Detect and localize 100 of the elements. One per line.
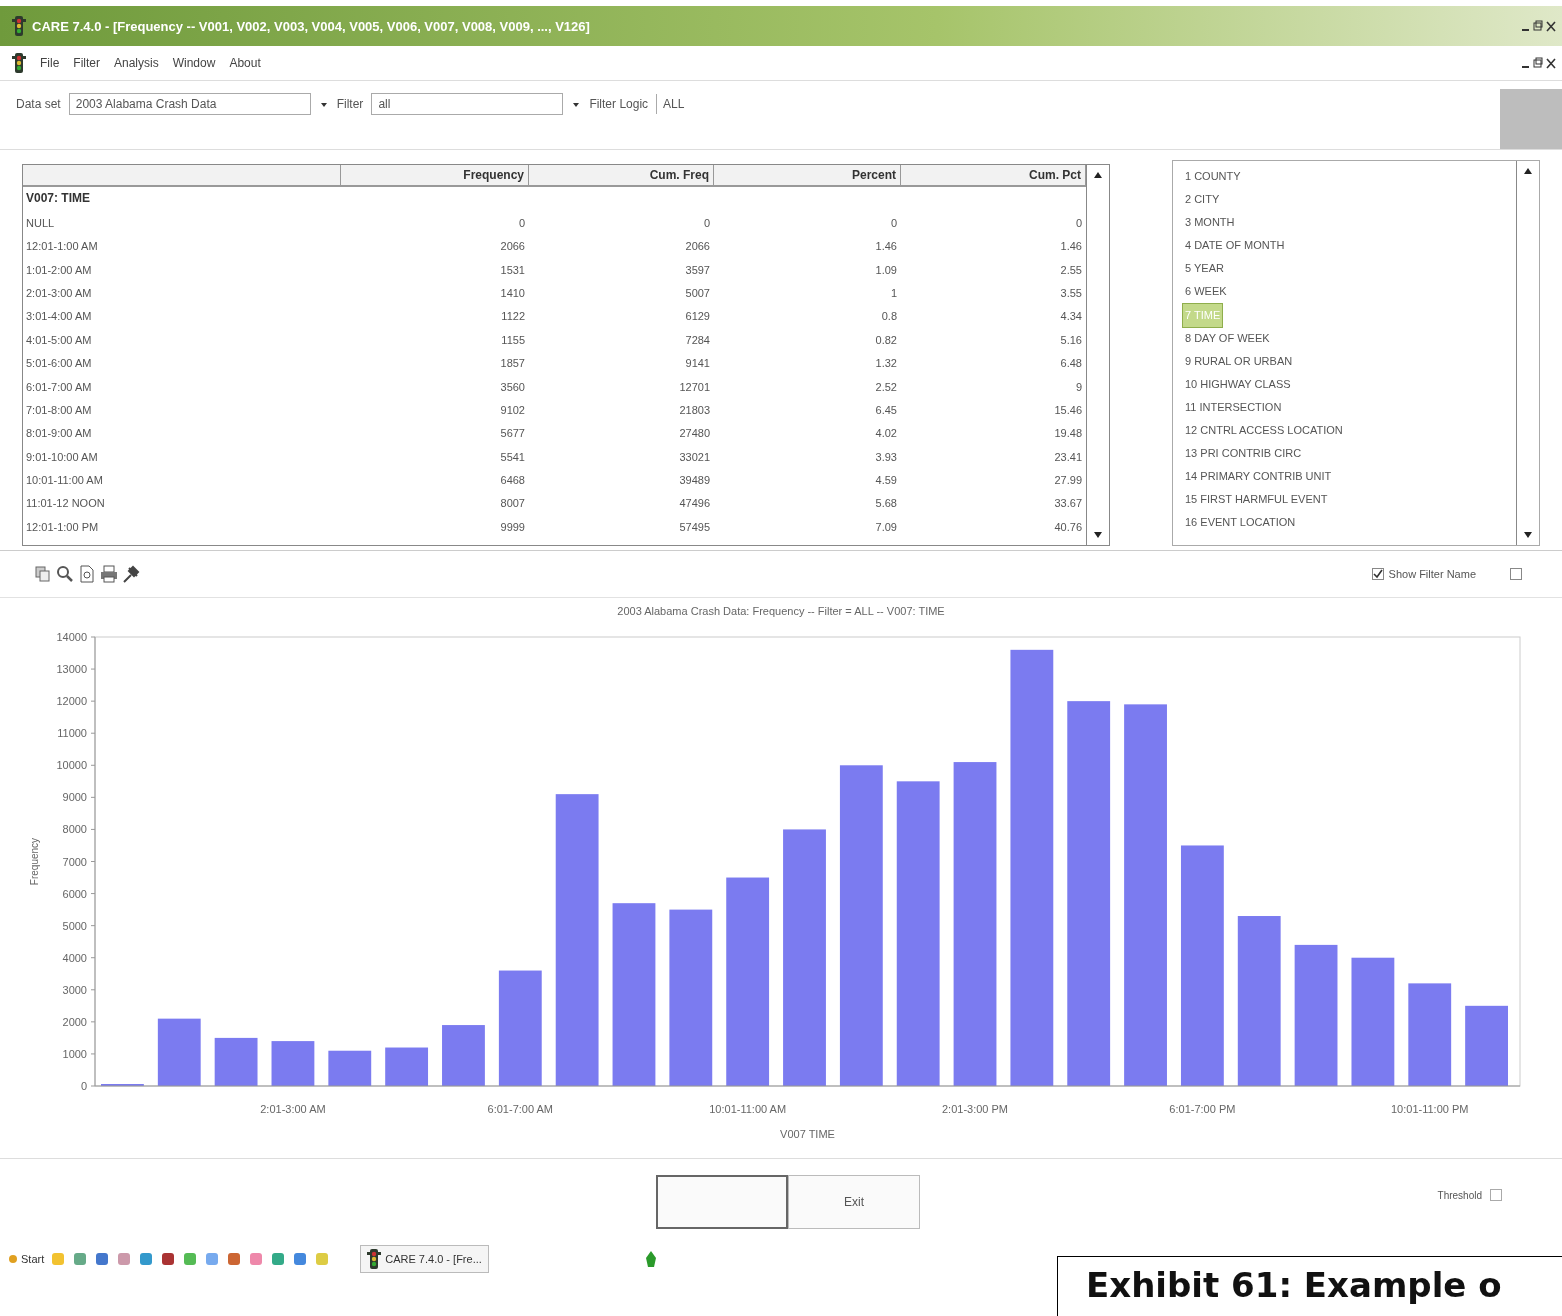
table-cell-text: 7:01-8:00 AM bbox=[25, 402, 93, 418]
table-cell-text: 3.55 bbox=[1059, 285, 1083, 301]
label: Data set bbox=[16, 97, 61, 111]
table-cell-text: 0 bbox=[517, 215, 526, 231]
axis-tick-label: 9000 bbox=[62, 791, 87, 804]
table-cell-text: 5.16 bbox=[1059, 332, 1083, 348]
axis-title: V007 TIME bbox=[780, 1128, 835, 1140]
axis-tick-label: 11000 bbox=[57, 727, 87, 740]
table-cell-text: 2.52 bbox=[874, 379, 898, 395]
table-cell-text: 21803 bbox=[678, 402, 711, 418]
table-cell-text: 1.09 bbox=[874, 262, 898, 278]
table-cell-text: 9999 bbox=[499, 519, 526, 535]
axis-tick-label: 10:01-11:00 AM bbox=[709, 1103, 787, 1115]
axis-tick-label: 6000 bbox=[62, 887, 87, 900]
table-cell-text: 6129 bbox=[684, 309, 711, 325]
table-cell-text: 1410 bbox=[499, 285, 526, 301]
axis-tick-label: 1000 bbox=[62, 1047, 87, 1060]
column-header: Frequency bbox=[341, 165, 529, 187]
checkbox-label: Show Filter Name bbox=[1388, 568, 1476, 580]
axis-tick-label: 6:01-7:00 PM bbox=[1169, 1103, 1236, 1115]
table-cell-text: 1:01-2:00 AM bbox=[25, 262, 93, 278]
caption: Exhibit 61: Example o bbox=[1085, 1264, 1503, 1305]
table-cell-text: 7.09 bbox=[874, 519, 898, 535]
axis-tick-label: 6:01-7:00 AM bbox=[487, 1103, 553, 1115]
table-cell-text: 7284 bbox=[684, 332, 711, 348]
axis-tick-label: 5000 bbox=[62, 919, 87, 932]
table-cell-text: 40.76 bbox=[1053, 519, 1083, 535]
axis-tick-label: 3000 bbox=[62, 983, 87, 996]
table-cell-text: 1857 bbox=[499, 356, 526, 372]
table-cell-text: 3597 bbox=[684, 262, 711, 278]
table-cell-text: 1155 bbox=[500, 332, 526, 348]
axis-tick-label: 10:01-11:00 PM bbox=[1391, 1103, 1469, 1115]
table-cell-text: 47496 bbox=[678, 496, 711, 512]
table-cell-text: 4.59 bbox=[874, 473, 898, 489]
table-cell-text: 3:01-4:00 AM bbox=[25, 309, 93, 325]
axis-tick-label: 2:01-3:00 AM bbox=[260, 1103, 326, 1115]
table-cell-text: 15.46 bbox=[1053, 402, 1083, 418]
table-cell-text: 0.8 bbox=[880, 309, 898, 325]
axis-tick-label: 13000 bbox=[56, 663, 87, 676]
table-cell-text: 2066 bbox=[499, 239, 526, 255]
axis-tick-label: 4000 bbox=[62, 951, 87, 964]
table-cell-text: 9:01-10:00 AM bbox=[25, 449, 99, 465]
axis-tick-label: 2:01-3:00 PM bbox=[942, 1103, 1009, 1115]
table-cell-text: 3.93 bbox=[874, 449, 898, 465]
table-cell-text: 1.46 bbox=[874, 239, 898, 255]
table-cell-text: 23.41 bbox=[1053, 449, 1083, 465]
table-cell-text: 5007 bbox=[684, 285, 711, 301]
group-header: V007: TIME bbox=[25, 190, 92, 208]
table-cell-text: 6468 bbox=[499, 473, 526, 489]
table-cell-text: 2:01-3:00 AM bbox=[25, 285, 93, 301]
table-cell-text: 0 bbox=[1074, 215, 1083, 231]
table-cell-text: 4.02 bbox=[874, 426, 898, 442]
axis-tick-label: 8000 bbox=[62, 823, 87, 836]
table-cell-text: 12701 bbox=[678, 379, 711, 395]
table-cell-text: 8007 bbox=[499, 496, 526, 512]
table-cell-text: 6.48 bbox=[1059, 356, 1083, 372]
table-cell-text: 1531 bbox=[499, 262, 526, 278]
column-header: Cum. Freq bbox=[529, 165, 714, 187]
table-cell-text: 57495 bbox=[678, 519, 711, 535]
table-cell-text: 0 bbox=[889, 215, 898, 231]
table-cell-text: 39489 bbox=[678, 473, 711, 489]
table-cell-text: 11:01-12 NOON bbox=[25, 496, 106, 512]
column-header: Cum. Pct bbox=[901, 165, 1086, 187]
column-header: Percent bbox=[714, 165, 901, 187]
chart-title: 2003 Alabama Crash Data: Frequency -- Filter = ALL -- V007: TIME bbox=[616, 604, 946, 619]
table-cell-text: 5541 bbox=[499, 449, 526, 465]
table-cell-text: NULL bbox=[25, 215, 56, 231]
table-cell-text: 0.82 bbox=[874, 332, 898, 348]
table-cell-text: 19.48 bbox=[1053, 426, 1083, 442]
table-cell-text: 10:01-11:00 AM bbox=[25, 473, 104, 489]
axis-tick-label: 12000 bbox=[56, 695, 87, 708]
table-cell-text: 2066 bbox=[684, 239, 711, 255]
table-cell-text: 4.34 bbox=[1059, 309, 1083, 325]
window-title: CARE 7.4.0 - [Frequency -- V001, V002, V003, V004, V005, V006, V007, V008, V009, ..., V126] bbox=[32, 18, 591, 34]
axis-tick-label: 10000 bbox=[56, 759, 87, 772]
table-cell-text: 1 bbox=[889, 285, 898, 301]
table-cell-text: 2.55 bbox=[1059, 262, 1083, 278]
label: Threshold bbox=[1437, 1189, 1482, 1201]
table-cell-text: 6.45 bbox=[874, 402, 898, 418]
table-cell-text: 3560 bbox=[499, 379, 526, 395]
table-cell-text: 6:01-7:00 AM bbox=[25, 379, 93, 395]
table-cell-text: 4:01-5:00 AM bbox=[25, 332, 93, 348]
table-cell-text: 1122 bbox=[500, 309, 526, 325]
axis-title: Frequency bbox=[29, 837, 40, 886]
table-cell-text: 1.46 bbox=[1059, 239, 1083, 255]
table-cell-text: 27480 bbox=[678, 426, 711, 442]
table-cell-text: 9141 bbox=[684, 356, 711, 372]
table-cell-text: 27.99 bbox=[1053, 473, 1083, 489]
table-cell-text: 33021 bbox=[678, 449, 711, 465]
label: Filter Logic bbox=[589, 97, 649, 111]
table-cell-text: 9 bbox=[1074, 379, 1083, 395]
table-cell-text: 1.32 bbox=[874, 356, 898, 372]
table-cell-text: 5.68 bbox=[874, 496, 898, 512]
table-cell-text: 0 bbox=[702, 215, 711, 231]
axis-tick-label: 0 bbox=[80, 1080, 87, 1092]
table-cell-text: 8:01-9:00 AM bbox=[25, 426, 93, 442]
table-cell-text: 33.67 bbox=[1053, 496, 1083, 512]
table-cell-text: 5:01-6:00 AM bbox=[25, 356, 93, 372]
axis-tick-label: 14000 bbox=[56, 631, 87, 643]
axis-tick-label: 7000 bbox=[62, 855, 87, 868]
